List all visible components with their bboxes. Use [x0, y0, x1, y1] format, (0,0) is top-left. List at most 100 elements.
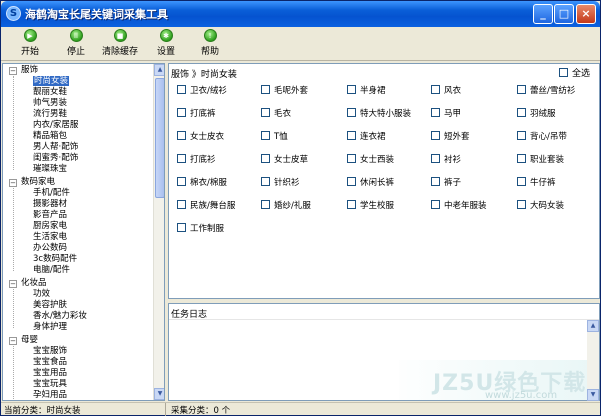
tree-item[interactable]: 时尚女装 [33, 76, 70, 87]
close-button[interactable]: × [576, 4, 596, 24]
tree-category[interactable]: − 服饰 [9, 65, 38, 76]
tree-category[interactable]: − 化妆品 [9, 278, 47, 289]
tree-item[interactable]: 香水/魅力彩妆 [33, 311, 87, 322]
tree-expand-toggle[interactable]: − [9, 67, 17, 75]
checkbox-box[interactable] [177, 108, 186, 117]
tree-expand-toggle[interactable]: − [9, 280, 17, 288]
checkbox-box[interactable] [261, 131, 270, 140]
keyword-checkbox[interactable]: 打底裤 [177, 108, 216, 120]
keyword-checkbox[interactable]: 女士西装 [347, 154, 394, 166]
tree-item[interactable]: 美容护肤 [33, 300, 67, 311]
checkbox-box[interactable] [347, 131, 356, 140]
keyword-checkbox[interactable]: 羽绒服 [517, 108, 556, 120]
keyword-checkbox[interactable]: 职业套装 [517, 154, 564, 166]
keyword-checkbox[interactable]: 牛仔裤 [517, 177, 556, 189]
stop-button[interactable]: ll 停止 [61, 29, 91, 59]
tree-item[interactable]: 功效 [33, 289, 50, 300]
tree-item[interactable]: 闺蜜秀·配饰 [33, 153, 78, 164]
maximize-button[interactable]: □ [554, 4, 574, 24]
tree-item[interactable]: 靓丽女鞋 [33, 87, 67, 98]
keyword-checkbox[interactable]: 女士皮草 [261, 154, 308, 166]
checkbox-box[interactable] [431, 108, 440, 117]
scroll-thumb[interactable] [155, 78, 164, 198]
checkbox-box[interactable] [517, 200, 526, 209]
tree-item[interactable]: 宝宝用品 [33, 368, 67, 379]
tree-category[interactable]: − 数码家电 [9, 177, 55, 188]
checkbox-box[interactable] [177, 223, 186, 232]
tree-item[interactable]: 宝宝玩具 [33, 379, 67, 390]
keyword-checkbox[interactable]: 婚纱/礼服 [261, 200, 311, 212]
tree-item[interactable]: 厨房家电 [33, 221, 67, 232]
tree-expand-toggle[interactable]: − [9, 179, 17, 187]
tree-item[interactable]: 精品箱包 [33, 131, 67, 142]
title-bar[interactable]: S 海鹤淘宝长尾关键词采集工具 _ □ × [1, 1, 600, 27]
keyword-checkbox[interactable]: 裤子 [431, 177, 461, 189]
tree-item[interactable]: 宝宝食品 [33, 357, 67, 368]
checkbox-box[interactable] [517, 177, 526, 186]
tree-item[interactable]: 电脑/配件 [33, 265, 70, 276]
keyword-checkbox[interactable]: 针织衫 [261, 177, 300, 189]
tree-item[interactable]: 生活家电 [33, 232, 67, 243]
log-scroll-up-arrow[interactable]: ▲ [587, 320, 599, 332]
checkbox-box[interactable] [347, 177, 356, 186]
keyword-checkbox[interactable]: 半身裙 [347, 85, 386, 97]
checkbox-box[interactable] [261, 154, 270, 163]
tree-item[interactable]: 帅气男装 [33, 98, 67, 109]
tree-item[interactable]: 内衣/家居服 [33, 120, 78, 131]
scroll-up-arrow[interactable]: ▲ [154, 64, 164, 76]
keyword-checkbox[interactable]: 工作制服 [177, 223, 224, 235]
tree-item[interactable]: 3c数码配件 [33, 254, 77, 265]
tree-category[interactable]: − 母婴 [9, 335, 38, 346]
keyword-checkbox[interactable]: 卫衣/绒衫 [177, 85, 227, 97]
checkbox-box[interactable] [347, 108, 356, 117]
keyword-checkbox[interactable]: 风衣 [431, 85, 461, 97]
minimize-button[interactable]: _ [533, 4, 553, 24]
tree-item[interactable]: 男人帮·配饰 [33, 142, 78, 153]
checkbox-box[interactable] [431, 131, 440, 140]
checkbox-box[interactable] [261, 200, 270, 209]
checkbox-box[interactable] [177, 200, 186, 209]
keyword-checkbox[interactable]: 背心/吊带 [517, 131, 567, 143]
tree-item[interactable]: 璀璨珠宝 [33, 164, 67, 175]
checkbox-box[interactable] [431, 177, 440, 186]
keyword-checkbox[interactable]: 毛呢外套 [261, 85, 308, 97]
keyword-checkbox[interactable]: 学生校服 [347, 200, 394, 212]
tree-scrollbar[interactable]: ▲ ▼ [153, 64, 164, 400]
checkbox-box[interactable] [177, 154, 186, 163]
clear-cache-button[interactable]: ■ 清除缓存 [98, 29, 142, 59]
tree-item[interactable]: 手机/配件 [33, 188, 70, 199]
scroll-down-arrow[interactable]: ▼ [154, 388, 164, 400]
checkbox-box[interactable] [347, 85, 356, 94]
checkbox-box[interactable] [431, 200, 440, 209]
settings-button[interactable]: ✱ 设置 [151, 29, 181, 59]
checkbox-box[interactable] [177, 131, 186, 140]
keyword-checkbox[interactable]: 女士皮衣 [177, 131, 224, 143]
checkbox-box[interactable] [559, 68, 568, 77]
checkbox-box[interactable] [261, 108, 270, 117]
tree-item[interactable]: 流行男鞋 [33, 109, 67, 120]
checkbox-box[interactable] [431, 85, 440, 94]
keyword-checkbox[interactable]: 民族/舞台服 [177, 200, 235, 212]
start-button[interactable]: ▶ 开始 [13, 29, 47, 59]
checkbox-box[interactable] [261, 177, 270, 186]
keyword-checkbox[interactable]: 中老年服装 [431, 200, 487, 212]
checkbox-box[interactable] [517, 131, 526, 140]
checkbox-box[interactable] [517, 154, 526, 163]
keyword-checkbox[interactable]: T恤 [261, 131, 288, 143]
checkbox-box[interactable] [347, 154, 356, 163]
tree-item[interactable]: 办公数码 [33, 243, 67, 254]
tree-item[interactable]: 宝宝服饰 [33, 346, 67, 357]
keyword-checkbox[interactable]: 连衣裙 [347, 131, 386, 143]
checkbox-box[interactable] [517, 108, 526, 117]
keyword-checkbox[interactable]: 毛衣 [261, 108, 291, 120]
log-scrollbar[interactable]: ▲ ▼ [587, 320, 599, 401]
select-all-checkbox[interactable]: 全选 [559, 66, 590, 79]
keyword-checkbox[interactable]: 休闲长裤 [347, 177, 394, 189]
checkbox-box[interactable] [177, 177, 186, 186]
category-tree[interactable]: − 服饰 时尚女装 靓丽女鞋 帅气男装 流行男鞋 内衣/家居服 精品箱包 男人帮·配饰 闺蜜秀·配… [2, 63, 165, 401]
tree-item[interactable]: 身体护理 [33, 322, 67, 333]
keyword-checkbox[interactable]: 蕾丝/雪纺衫 [517, 85, 575, 97]
tree-expand-toggle[interactable]: − [9, 337, 17, 345]
tree-item[interactable]: 影音产品 [33, 210, 67, 221]
keyword-checkbox[interactable]: 衬衫 [431, 154, 461, 166]
